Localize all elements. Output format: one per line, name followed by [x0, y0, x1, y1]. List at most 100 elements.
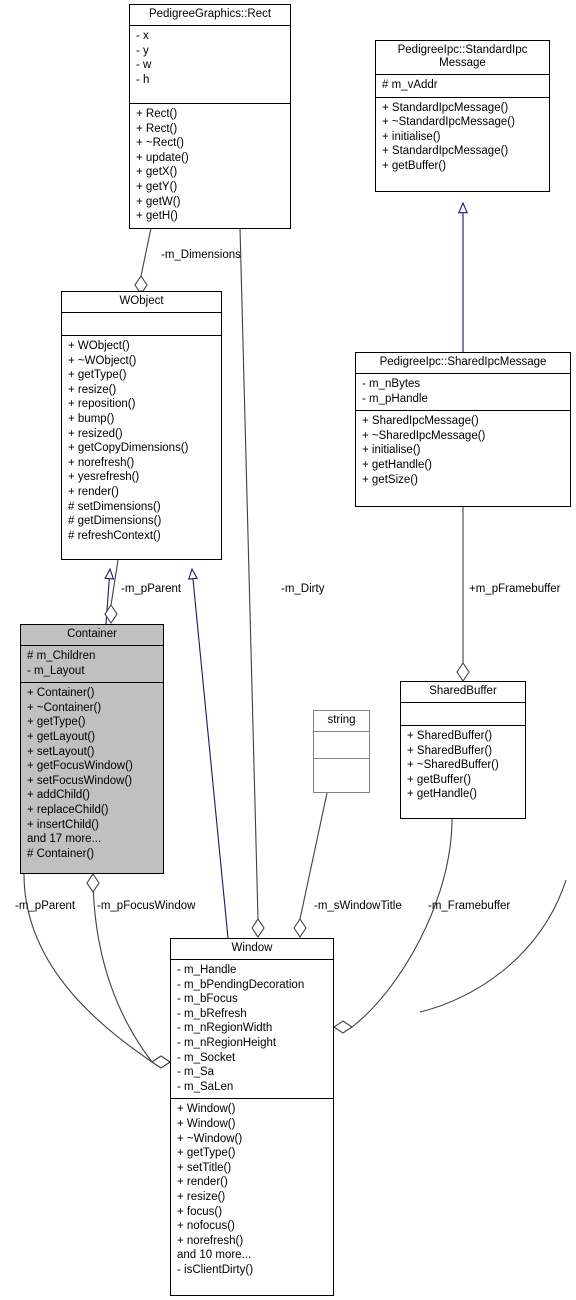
attribute-row: - m_nRegionWidth	[177, 1022, 273, 1035]
attribute-row: - m_SaLen	[177, 1080, 234, 1093]
class-title-wobject: WObject	[119, 295, 164, 307]
edge-label-m-pparent-container: -m_pParent	[121, 583, 182, 595]
operation-row: # Container()	[27, 847, 95, 860]
operation-row: + SharedIpcMessage()	[362, 415, 479, 428]
attribute-row: # m_Children	[27, 650, 96, 662]
operation-row: + Rect()	[136, 122, 178, 135]
uml-class-diagram: PedigreeGraphics::Rect - x - y - w - h +…	[0, 0, 576, 1300]
attribute-row: - m_Layout	[27, 664, 85, 677]
operations-string	[314, 759, 369, 785]
operation-row: + WObject()	[68, 340, 130, 352]
operation-row: + replaceChild()	[27, 803, 109, 816]
assoc-container-focus-diamond	[86, 873, 100, 893]
operation-row: + Rect()	[136, 108, 178, 120]
inheritance-window-to-wobject	[192, 569, 229, 939]
class-box-wobject[interactable]: WObject + WObject() + ~WObject() + getTy…	[61, 291, 222, 560]
operation-row: + Window()	[177, 1117, 236, 1130]
operation-row: + getCopyDimensions()	[68, 442, 189, 455]
class-title-container: Container	[67, 628, 117, 640]
assoc-window-m-dirty	[239, 227, 265, 938]
operation-row: # refreshContext()	[68, 529, 161, 542]
operations-standard-ipc-message: + StandardIpcMessage() + ~StandardIpcMes…	[376, 98, 549, 178]
operation-row: + norefresh()	[177, 1234, 244, 1247]
attributes-container: # m_Children - m_Layout	[21, 646, 163, 682]
operation-row: + update()	[136, 151, 189, 164]
class-title-shared-ipc-message: PedigreeIpc::SharedIpcMessage	[379, 356, 547, 368]
operation-row: # getDimensions()	[68, 515, 162, 528]
edge-label-m-swindowtitle: -m_sWindowTitle	[314, 900, 402, 912]
attribute-row: - m_Socket	[177, 1051, 236, 1064]
attributes-string	[314, 732, 369, 758]
class-box-window[interactable]: Window - m_Handle - m_bPendingDecoration…	[170, 938, 334, 1296]
edge-label-m-pfocuswindow: -m_pFocusWindow	[97, 900, 196, 912]
attributes-window: - m_Handle - m_bPendingDecoration - m_bF…	[171, 960, 333, 1098]
operation-row: + ~Window()	[177, 1132, 243, 1145]
class-title-rect: PedigreeGraphics::Rect	[148, 8, 272, 20]
operation-row: - isClientDirty()	[177, 1263, 254, 1276]
operation-row: + resized()	[68, 427, 123, 440]
operation-row: # setDimensions()	[68, 500, 161, 513]
class-box-standard-ipc-message[interactable]: PedigreeIpc::StandardIpc Message # m_vAd…	[375, 40, 550, 192]
attribute-row: - m_nRegionHeight	[177, 1036, 277, 1049]
attribute-row: - m_pHandle	[362, 392, 428, 405]
operation-row: + ~WObject()	[68, 354, 137, 367]
assoc-window-m-framebuffer	[333, 818, 453, 1034]
attribute-row: - m_bRefresh	[177, 1007, 247, 1020]
operation-row: + setFocusWindow()	[27, 774, 133, 787]
operation-row: + StandardIpcMessage()	[382, 101, 509, 114]
operation-row: + resize()	[68, 383, 117, 396]
operation-row: + getType()	[177, 1147, 236, 1160]
operations-container: + Container() + ~Container() + getType()…	[21, 683, 163, 865]
operations-wobject: + WObject() + ~WObject() + getType() + r…	[62, 336, 221, 547]
operation-row: + getLayout()	[27, 730, 96, 743]
class-box-shared-ipc-message[interactable]: PedigreeIpc::SharedIpcMessage - m_nBytes…	[355, 352, 571, 507]
assoc-container-m-pparent	[104, 559, 119, 624]
inheritance-container-to-wobject	[106, 569, 110, 625]
edge-label-m-pparent-window: -m_pParent	[15, 900, 76, 912]
operation-row: + setLayout()	[27, 745, 95, 758]
operation-row: + getHandle()	[362, 458, 432, 471]
operation-row: + getType()	[27, 716, 86, 729]
attribute-row: # m_vAddr	[382, 79, 438, 91]
class-title-string: string	[327, 714, 356, 726]
attribute-row: - m_bPendingDecoration	[177, 978, 305, 991]
attributes-standard-ipc-message: # m_vAddr	[376, 75, 549, 97]
operation-row: + StandardIpcMessage()	[382, 145, 509, 158]
class-box-shared-buffer[interactable]: SharedBuffer + SharedBuffer() + SharedBu…	[400, 681, 526, 819]
assoc-window-m-swindowtitle	[293, 792, 328, 938]
class-box-string[interactable]: string	[313, 710, 370, 793]
assoc-sharedbuffer-m-pframebuffer	[456, 507, 470, 682]
attribute-row: - h	[136, 73, 150, 86]
operations-shared-ipc-message: + SharedIpcMessage() + ~SharedIpcMessage…	[356, 411, 570, 491]
operation-row: + reposition()	[68, 398, 136, 411]
operation-row: + ~StandardIpcMessage()	[382, 116, 515, 129]
attribute-row: - m_Sa	[177, 1066, 215, 1079]
operation-row: + SharedBuffer()	[407, 730, 493, 742]
class-title-window: Window	[231, 942, 273, 954]
edge-label-m-framebuffer: -m_Framebuffer	[428, 900, 511, 912]
attributes-shared-buffer	[401, 703, 525, 725]
operations-window: + Window() + Window() + ~Window() + getT…	[171, 1099, 333, 1281]
operation-row: + getY()	[136, 180, 178, 193]
operation-row: + ~SharedBuffer()	[407, 759, 499, 772]
operation-row: + getH()	[136, 210, 178, 223]
operation-row: + initialise()	[362, 444, 421, 457]
operation-row: + yesrefresh()	[68, 471, 140, 484]
operation-row: + render()	[177, 1176, 228, 1189]
operations-rect: + Rect() + Rect() + ~Rect() + update() +…	[130, 104, 290, 228]
attributes-wobject	[62, 313, 221, 335]
operation-row: + setTitle()	[177, 1161, 232, 1174]
edge-label-m-pframebuffer: +m_pFramebuffer	[469, 583, 561, 595]
attribute-row: - x	[136, 30, 149, 42]
operation-row: + resize()	[177, 1190, 226, 1203]
class-title-standard-ipc-message: PedigreeIpc::StandardIpc Message	[397, 44, 528, 69]
class-box-rect[interactable]: PedigreeGraphics::Rect - x - y - w - h +…	[129, 4, 291, 229]
attribute-row: - y	[136, 44, 149, 57]
class-title-shared-buffer: SharedBuffer	[429, 685, 497, 697]
operation-row: + insertChild()	[27, 818, 99, 831]
attributes-shared-ipc-message: - m_nBytes - m_pHandle	[356, 374, 570, 410]
class-box-container[interactable]: Container # m_Children - m_Layout + Cont…	[20, 624, 164, 874]
edge-label-m-dirty: -m_Dirty	[281, 583, 325, 595]
edge-label-m-dimensions: -m_Dimensions	[161, 249, 241, 261]
operation-row: + SharedBuffer()	[407, 744, 493, 757]
